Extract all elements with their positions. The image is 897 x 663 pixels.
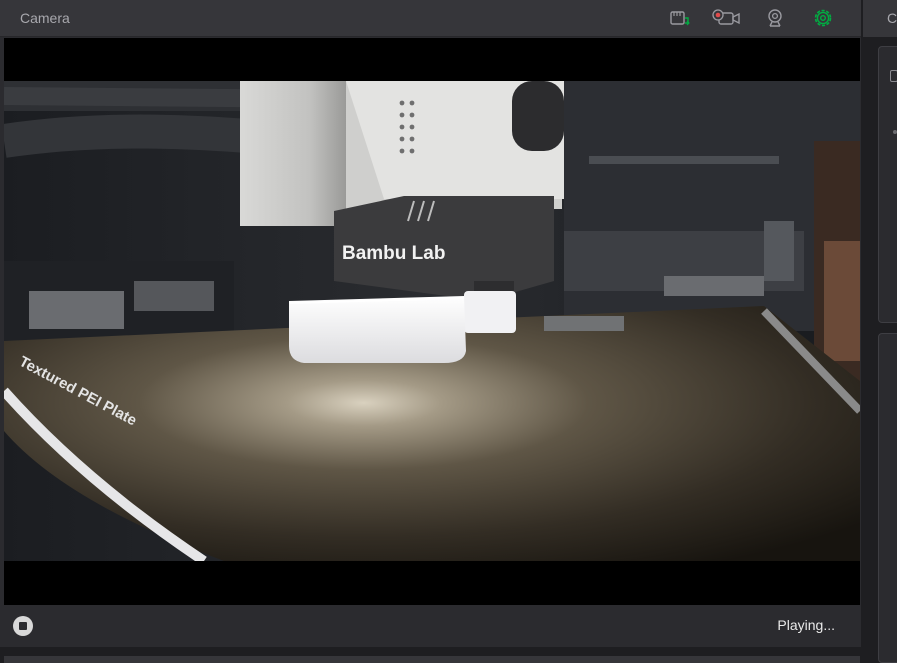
side-panel-title: C <box>887 10 897 26</box>
camera-panel: Camera Textured PEI Plate Bambu Lab Play… <box>0 0 861 663</box>
settings-icon[interactable] <box>812 8 834 28</box>
side-card-bottom <box>878 333 897 663</box>
camera-header: Camera <box>0 0 861 37</box>
webcam-icon[interactable] <box>764 8 786 28</box>
playback-status: Playing... <box>777 617 835 633</box>
indicator-dot <box>893 130 897 134</box>
camera-video-viewport[interactable]: Textured PEI Plate Bambu Lab <box>4 38 860 605</box>
side-panel-header: C <box>863 0 897 37</box>
camera-title: Camera <box>20 10 70 26</box>
side-card-top <box>878 46 897 323</box>
stop-icon <box>19 622 27 630</box>
stop-button[interactable] <box>13 616 33 636</box>
sd-card-icon[interactable] <box>669 8 691 28</box>
next-panel-header <box>4 656 860 663</box>
toolhead-brand-text: Bambu Lab <box>342 243 445 264</box>
camera-feed-image: Textured PEI Plate Bambu Lab <box>4 81 860 561</box>
bottom-divider <box>0 647 861 663</box>
playback-controls: Playing... <box>0 605 861 647</box>
nozzle-icon <box>890 70 897 82</box>
record-video-icon[interactable] <box>711 8 741 28</box>
side-panel: C <box>863 0 897 663</box>
